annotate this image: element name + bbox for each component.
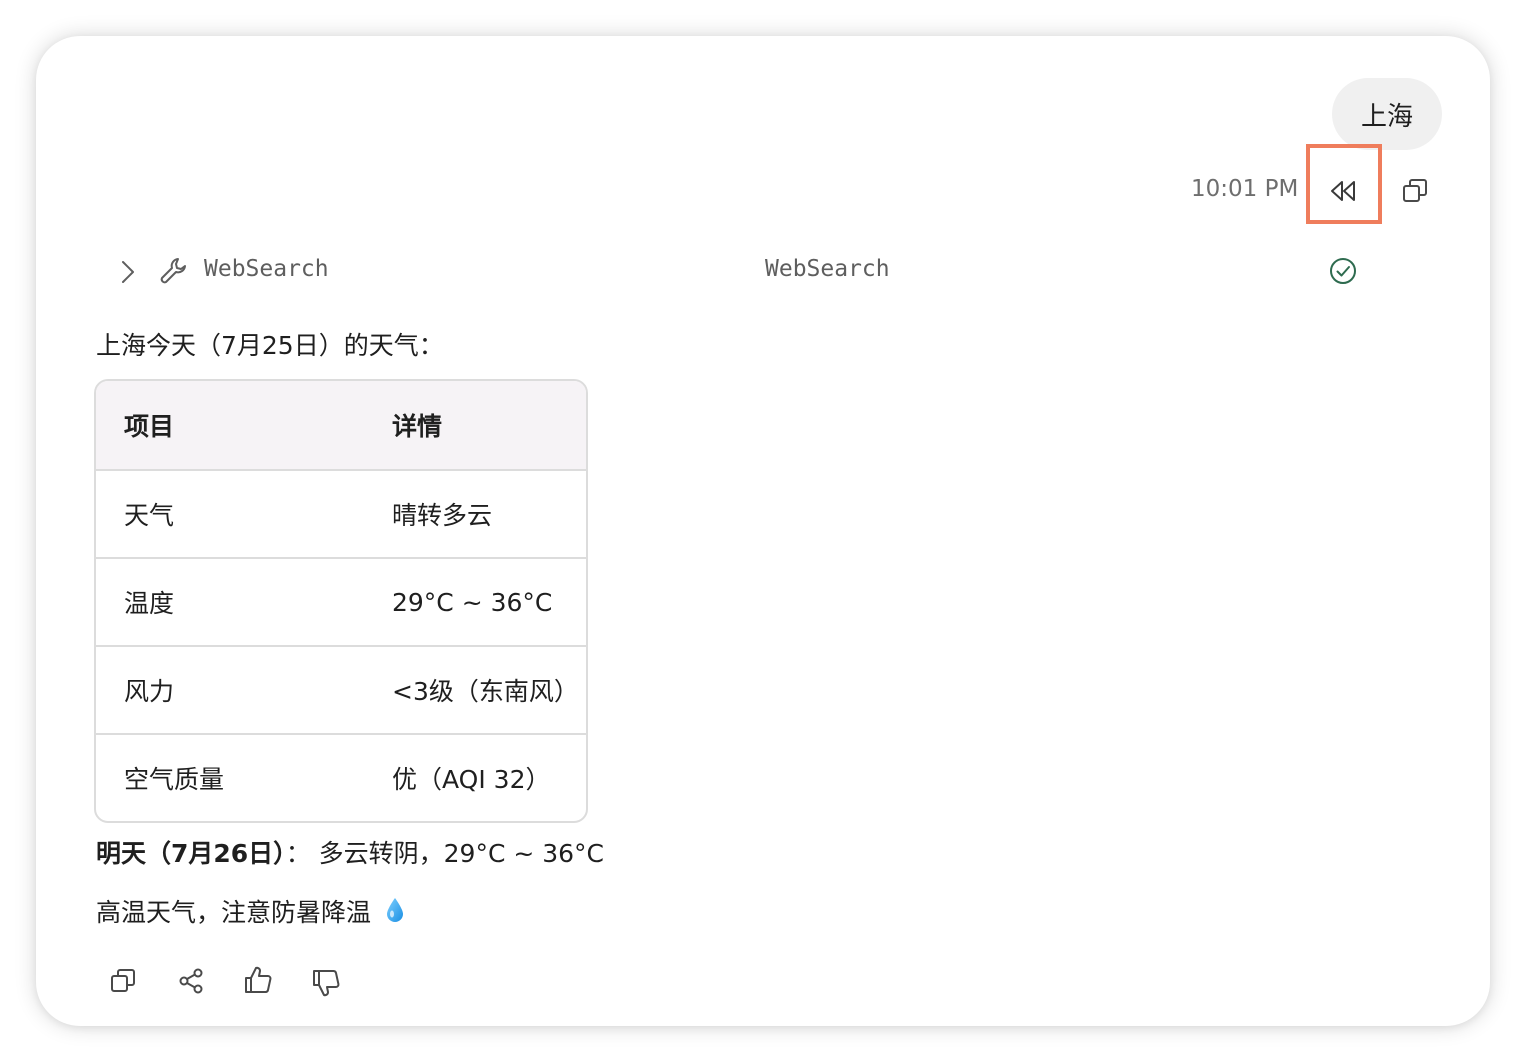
user-message-bubble: 上海 (1331, 78, 1442, 150)
thumbs-down-button[interactable] (309, 966, 343, 1000)
copy-message-button[interactable] (1398, 174, 1432, 208)
table-row: 温度 29°C ~ 36°C (96, 558, 586, 647)
user-message-text: 上海 (1360, 101, 1413, 132)
table-row: 空气质量 优（AQI 32） (96, 734, 586, 821)
heat-tip-text: 高温天气，注意防暑降温 (96, 898, 372, 927)
table-cell: 天气 (96, 470, 364, 559)
copy-icon (111, 969, 135, 992)
heat-tip: 高温天气，注意防暑降温 (96, 893, 405, 929)
tool-name: WebSearch (204, 256, 329, 282)
table-cell: 风力 (96, 646, 364, 735)
weather-table: 项目 详情 天气 晴转多云 温度 29°C ~ 36°C 风力 <3级（东南风） (94, 379, 588, 823)
share-icon (179, 968, 203, 994)
tool-result-label: WebSearch (765, 256, 890, 282)
copy-icon (1403, 179, 1427, 202)
table-row: 天气 晴转多云 (96, 470, 586, 559)
table-header-cell: 项目 (96, 381, 364, 471)
copy-answer-button[interactable] (106, 964, 140, 998)
chevron-right-icon[interactable] (116, 259, 138, 285)
table-cell: 空气质量 (124, 765, 225, 794)
table-header-row: 项目 详情 (96, 381, 586, 471)
thumbs-up-button[interactable] (241, 963, 275, 997)
tomorrow-text: ： 多云转阴，29°C ~ 36°C (285, 839, 605, 868)
wrench-icon (160, 258, 186, 284)
thumbs-up-icon (245, 966, 272, 993)
tool-call-row[interactable]: WebSearch WebSearch (36, 250, 1490, 292)
chat-card: 上海 10:01 PM WebSearch WebSearch 上海今天（7月2… (36, 36, 1490, 1026)
table-cell: 优（AQI 32） (392, 765, 551, 794)
check-circle-icon (1330, 258, 1356, 284)
table-cell: <3级（东南风） (364, 646, 586, 735)
table-cell: 29°C ~ 36°C (364, 558, 586, 647)
highlight-box (1306, 144, 1382, 224)
tomorrow-forecast: 明天（7月26日）： 多云转阴，29°C ~ 36°C (96, 834, 604, 870)
thumbs-down-icon (313, 970, 340, 997)
table-cell: 晴转多云 (364, 470, 586, 559)
share-button[interactable] (174, 964, 208, 998)
tomorrow-label: 明天（7月26日） (96, 839, 286, 868)
message-timestamp: 10:01 PM (1191, 176, 1299, 202)
table-header-cell: 详情 (364, 381, 586, 471)
answer-intro: 上海今天（7月25日）的天气： (96, 331, 444, 360)
table-cell: 温度 (96, 558, 364, 647)
water-drop-icon (386, 898, 403, 922)
table-row: 风力 <3级（东南风） (96, 646, 586, 735)
